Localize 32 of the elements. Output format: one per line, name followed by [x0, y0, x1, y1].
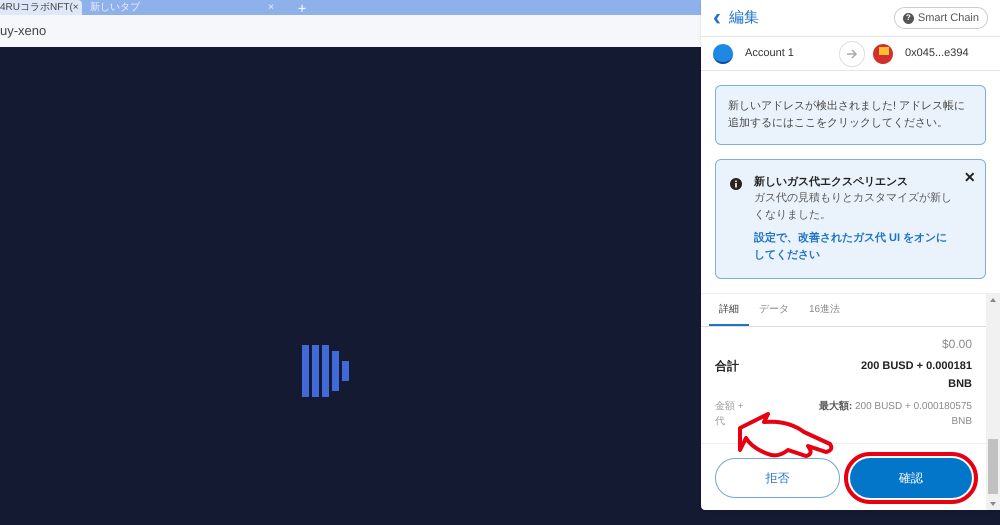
account-avatar	[713, 44, 733, 64]
browser-tab[interactable]: 4RUコラボNFT(×	[0, 0, 82, 15]
recipient-avatar	[873, 44, 893, 64]
max-amount: 最大額: 200 BUSD + 0.000180575 BNB	[818, 400, 972, 429]
settings-link[interactable]: 設定で、改善されたガス代 UI をオンにしてください	[754, 230, 957, 264]
scroll-down-icon[interactable]	[990, 502, 996, 506]
from-account: Account 1	[745, 46, 794, 62]
detail-tab[interactable]: データ	[749, 294, 799, 326]
scroll-up-icon[interactable]	[990, 298, 996, 302]
banner-title: 新しいガス代エクスペリエンス	[754, 174, 909, 190]
amount-label: 代	[715, 415, 726, 429]
network-pill[interactable]: ? Smart Chain	[894, 7, 988, 29]
detail-tab[interactable]: 詳細	[709, 294, 749, 326]
detail-tab[interactable]: 16進法	[799, 294, 850, 326]
close-icon[interactable]: ×	[72, 2, 79, 12]
scrollbar-thumb[interactable]	[988, 439, 998, 494]
to-address: 0x045...e394	[905, 46, 969, 62]
amount-label: 金額 +	[715, 400, 744, 414]
help-icon: ?	[902, 12, 914, 24]
total-label: 合計	[715, 358, 739, 375]
info-icon	[730, 178, 742, 190]
close-icon[interactable]: ×	[964, 168, 975, 186]
url-text: uy-xeno	[0, 22, 46, 40]
address-notice[interactable]: 新しいアドレスが検出されました! アドレス帳に追加するにはここをクリックしてください。	[715, 85, 986, 145]
tab-title: 新しいタブ	[90, 2, 140, 12]
confirm-button[interactable]: 確認	[850, 458, 972, 498]
total-value: 200 BUSD + 0.000181 BNB	[860, 359, 972, 392]
reject-button[interactable]: 拒否	[715, 458, 840, 498]
banner-text: ガス代の見積もりとカスタマイズが新しくなりました。	[754, 190, 953, 223]
fiat-amount: $0.00	[942, 336, 972, 353]
loading-bars-icon	[302, 344, 352, 398]
tab-title: 4RUコラボNFT(	[0, 2, 73, 12]
